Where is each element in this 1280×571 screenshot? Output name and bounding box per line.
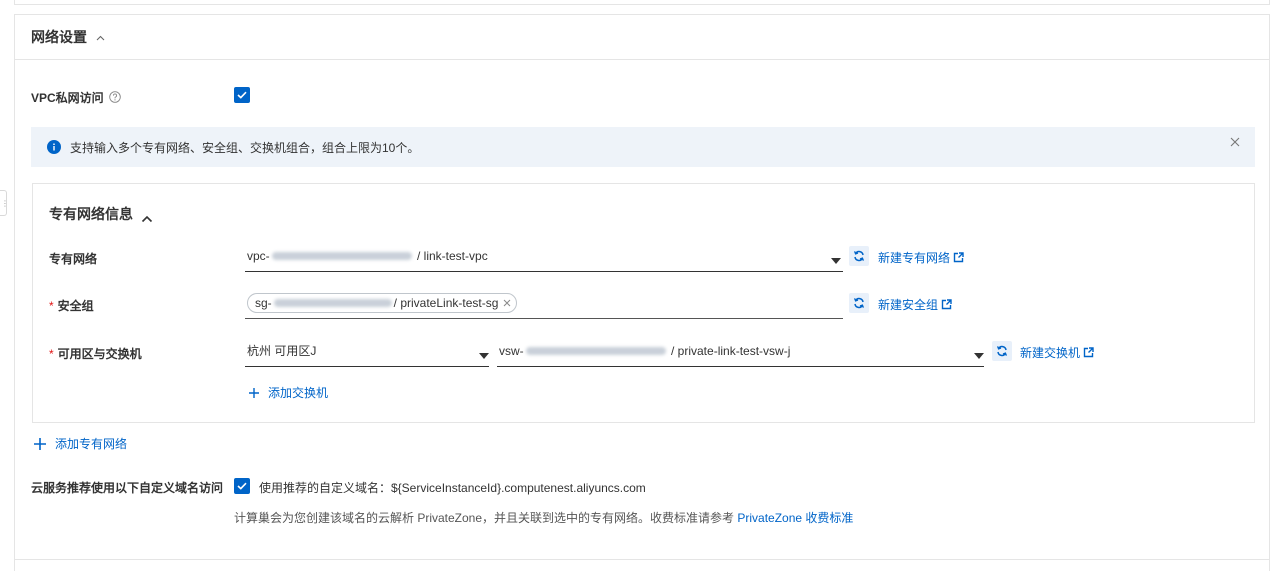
caret-down-icon — [479, 348, 489, 359]
masked-id — [273, 298, 392, 307]
check-icon — [237, 91, 247, 99]
vpc-label: 专有网络 — [49, 252, 98, 266]
masked-id — [271, 252, 412, 261]
network-settings-panel: 网络设置 VPC私网访问 支持输入多个专有网络、安全组、交换机组合，组合上限为1… — [14, 14, 1270, 571]
vpc-access-label: VPC私网访问 — [31, 90, 104, 105]
panel-header[interactable]: 网络设置 — [15, 15, 1269, 60]
chevron-up-icon[interactable] — [96, 35, 105, 43]
vpc-refresh-button[interactable] — [849, 246, 869, 266]
zone-select-value: 杭州 可用区J — [247, 344, 317, 358]
add-switch-button[interactable]: 添加交换机 — [248, 384, 328, 401]
create-switch-link[interactable]: 新建交换机 — [1020, 344, 1094, 361]
external-link-icon — [941, 299, 952, 310]
tag-remove-icon[interactable] — [503, 299, 511, 307]
create-vpc-link-text: 新建专有网络 — [878, 251, 951, 265]
close-icon[interactable] — [1229, 136, 1241, 148]
vpc-select-value: vpc- / link-test-vpc — [247, 248, 488, 263]
alert-text: 支持输入多个专有网络、安全组、交换机组合，组合上限为10个。 — [70, 140, 420, 155]
chevron-up-icon[interactable] — [141, 210, 153, 223]
vpc-select[interactable]: vpc- / link-test-vpc — [245, 240, 843, 272]
security-group-refresh-button[interactable] — [849, 293, 869, 313]
caret-down-icon — [831, 253, 841, 264]
vpc-access-row: VPC私网访问 — [31, 87, 121, 107]
section-divider — [15, 559, 1269, 560]
add-vpc-label: 添加专有网络 — [55, 437, 128, 451]
vpc-info-title[interactable]: 专有网络信息 — [49, 204, 153, 224]
previous-section-edge — [14, 0, 1270, 5]
masked-id — [525, 347, 666, 356]
privatezone-pricing-link[interactable]: PrivateZone 收费标准 — [737, 511, 853, 525]
panel-title: 网络设置 — [31, 29, 87, 45]
info-alert: 支持输入多个专有网络、安全组、交换机组合，组合上限为10个。 — [31, 127, 1255, 167]
create-switch-link-text: 新建交换机 — [1020, 346, 1081, 360]
zone-select[interactable]: 杭州 可用区J — [245, 335, 489, 367]
info-icon — [47, 140, 61, 154]
create-security-group-link[interactable]: 新建安全组 — [878, 296, 952, 313]
switch-select[interactable]: vsw- / private-link-test-vsw-j — [497, 335, 984, 367]
switch-select-value: vsw- / private-link-test-vsw-j — [499, 343, 791, 358]
custom-domain-description-text: 计算巢会为您创建该域名的云解析 PrivateZone，并且关联到选中的专有网络… — [234, 511, 738, 525]
refresh-icon — [853, 297, 865, 309]
check-icon — [237, 482, 247, 490]
vpc-access-checkbox[interactable] — [234, 87, 250, 103]
zone-switch-label: * 可用区与交换机 — [49, 347, 142, 361]
custom-domain-option-text: 使用推荐的自定义域名：${ServiceInstanceId}.computen… — [259, 481, 646, 495]
plus-icon — [249, 387, 259, 398]
caret-down-icon — [974, 348, 984, 359]
side-collapse-handle[interactable]: ⋮ — [0, 190, 9, 216]
create-security-group-link-text: 新建安全组 — [878, 298, 939, 312]
refresh-icon — [996, 345, 1008, 357]
custom-domain-description: 计算巢会为您创建该域名的云解析 PrivateZone，并且关联到选中的专有网络… — [234, 509, 853, 526]
add-switch-label: 添加交换机 — [268, 386, 329, 400]
create-vpc-link[interactable]: 新建专有网络 — [878, 249, 964, 266]
custom-domain-checkbox[interactable] — [234, 478, 250, 494]
handle-grip-icon: ⋮ — [1, 199, 9, 208]
help-circle-icon[interactable] — [108, 91, 121, 103]
security-group-label: * 安全组 — [49, 299, 94, 313]
vpc-info-title-text: 专有网络信息 — [49, 206, 133, 222]
security-group-select[interactable]: sg- / privateLink-test-sg — [245, 287, 843, 319]
refresh-icon — [853, 250, 865, 262]
add-vpc-button[interactable]: 添加专有网络 — [33, 435, 127, 452]
external-link-icon — [1083, 347, 1094, 358]
switch-refresh-button[interactable] — [992, 341, 1012, 361]
plus-icon — [34, 437, 46, 450]
vpc-info-card: 专有网络信息 专有网络 vpc- / link-test-vpc 新建专有网络 … — [32, 183, 1255, 423]
external-link-icon — [953, 252, 964, 263]
security-group-tag: sg- / privateLink-test-sg — [247, 292, 518, 313]
custom-domain-label: 云服务推荐使用以下自定义域名访问 — [31, 481, 224, 495]
